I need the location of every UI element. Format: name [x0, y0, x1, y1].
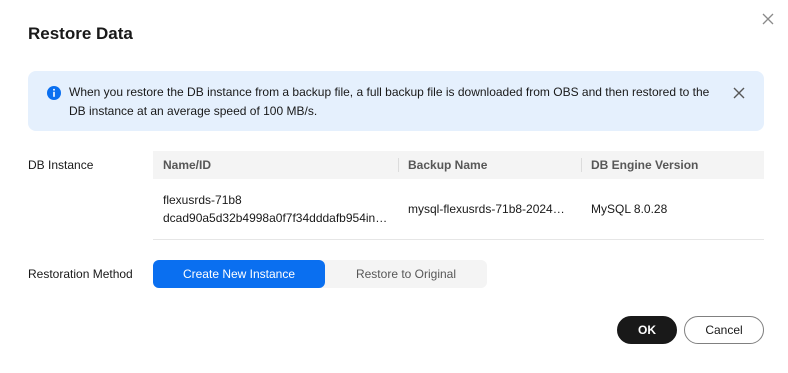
restore-data-dialog: Restore Data When you restore the DB ins…: [0, 0, 788, 373]
restoration-method-selector: Create New Instance Restore to Original: [153, 260, 487, 288]
dialog-title: Restore Data: [28, 24, 133, 43]
engine-version-cell: MySQL 8.0.28: [591, 202, 668, 216]
db-instance-label: DB Instance: [28, 158, 94, 172]
instance-id: dcad90a5d32b4998a0f7f34dddafb954in…: [163, 211, 388, 225]
close-icon[interactable]: [760, 11, 776, 27]
backup-name: mysql-flexusrds-71b8-2024…: [408, 202, 565, 216]
db-instance-table: Name/ID Backup Name DB Engine Version fl…: [153, 151, 764, 240]
column-header-engine-version: DB Engine Version: [581, 151, 764, 179]
instance-name: flexusrds-71b8: [163, 193, 242, 207]
ok-button[interactable]: OK: [617, 316, 677, 344]
column-header-name-id: Name/ID: [163, 158, 212, 172]
info-alert: When you restore the DB instance from a …: [28, 71, 764, 131]
backup-name-cell: mysql-flexusrds-71b8-2024…: [398, 202, 581, 216]
alert-message: When you restore the DB instance from a …: [69, 85, 710, 118]
info-icon: [47, 86, 61, 100]
restoration-method-label: Restoration Method: [28, 267, 133, 281]
table-row: flexusrds-71b8 dcad90a5d32b4998a0f7f34dd…: [153, 179, 764, 240]
name-id-cell: flexusrds-71b8 dcad90a5d32b4998a0f7f34dd…: [153, 191, 398, 227]
create-new-instance-option[interactable]: Create New Instance: [153, 260, 325, 288]
column-header-backup-name: Backup Name: [398, 151, 581, 179]
table-header: Name/ID Backup Name DB Engine Version: [153, 151, 764, 179]
restore-to-original-option[interactable]: Restore to Original: [325, 260, 487, 288]
cancel-button[interactable]: Cancel: [684, 316, 764, 344]
alert-close-icon[interactable]: [732, 86, 746, 100]
